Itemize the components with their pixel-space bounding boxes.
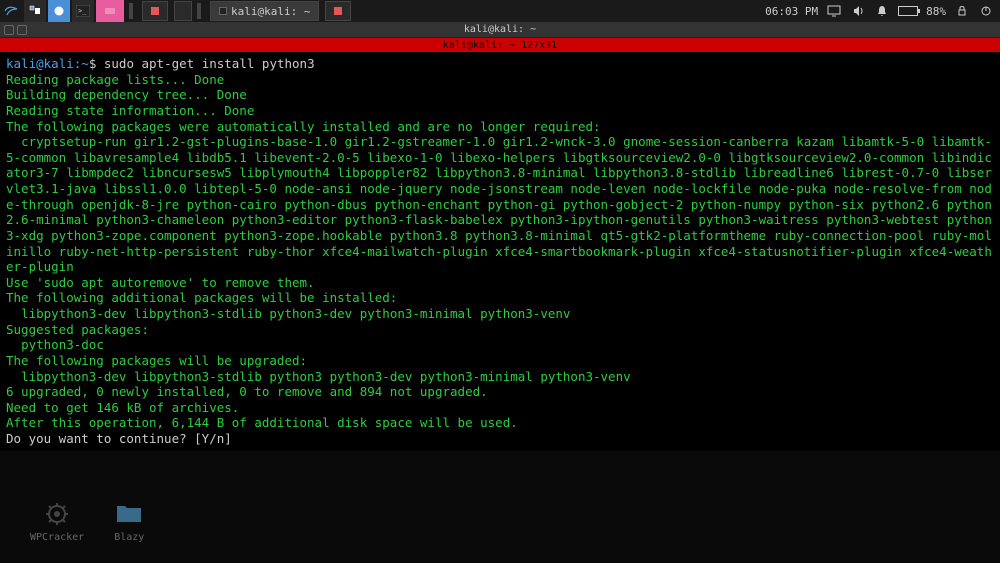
output-line: Need to get 146 kB of archives. [6,400,239,415]
display-icon[interactable] [826,3,842,19]
prompt-at: @ [36,56,44,71]
command-text: sudo apt-get install python3 [104,56,315,71]
output-line: The following packages were automaticall… [6,119,601,134]
window-control[interactable] [17,25,27,35]
prompt-path: :~ [74,56,89,71]
gear-icon [43,500,71,528]
workspace-2[interactable] [174,1,192,21]
desktop-icons: WPCracker Blazy [30,500,144,543]
desktop-icon-label: Blazy [114,532,144,543]
prompt-host: kali [44,56,74,71]
output-line: After this operation, 6,144 B of additio… [6,415,518,430]
output-line: The following packages will be upgraded: [6,353,307,368]
clock[interactable]: 06:03 PM [765,5,818,18]
notifications-icon[interactable] [874,3,890,19]
output-packages: python3-doc [6,337,104,352]
lock-icon[interactable] [954,3,970,19]
folder-icon [115,500,143,528]
output-line: The following additional packages will b… [6,290,397,305]
window-controls [4,25,27,35]
terminal-content[interactable]: kali@kali:~$ sudo apt-get install python… [0,52,1000,451]
output-packages: libpython3-dev libpython3-stdlib python3… [6,306,570,321]
window-control[interactable] [4,25,14,35]
desktop-icon-label: WPCracker [30,532,84,543]
output-line: Building dependency tree... Done [6,87,247,102]
taskbar-item-2[interactable] [325,1,351,21]
kali-menu-icon[interactable] [0,0,22,22]
taskbar-terminal[interactable]: kali@kali: ~ [210,1,319,21]
window-title: kali@kali: ~ [464,24,536,35]
terminal-icon[interactable]: >_ [72,0,94,22]
tab-label: kali@kali: ~ 127x31 [443,40,557,51]
power-icon[interactable] [978,3,994,19]
output-line: Suggested packages: [6,322,149,337]
prompt-symbol: $ [89,56,104,71]
workspace-1[interactable] [142,1,168,21]
separator [129,3,133,19]
top-panel: >_ kali@kali: ~ 06:03 PM 88% [0,0,1000,22]
terminal-window: kali@kali: ~ kali@kali: ~ 127x31 kali@ka… [0,22,1000,451]
desktop-icon-wpcracker[interactable]: WPCracker [30,500,84,543]
output-packages: cryptsetup-run gir1.2-gst-plugins-base-1… [6,134,992,274]
panel-left: >_ kali@kali: ~ [0,0,351,22]
browser-icon[interactable] [48,0,70,22]
panel-right: 06:03 PM 88% [765,0,1000,22]
output-line: Use 'sudo apt autoremove' to remove them… [6,275,315,290]
separator [197,3,201,19]
prompt-user: kali [6,56,36,71]
volume-icon[interactable] [850,3,866,19]
battery-percent: 88% [926,5,946,18]
terminal-tab[interactable]: kali@kali: ~ 127x31 [0,38,1000,52]
output-line: 6 upgraded, 0 newly installed, 0 to remo… [6,384,488,399]
output-line: Reading package lists... Done [6,72,224,87]
output-packages: libpython3-dev libpython3-stdlib python3… [6,369,631,384]
taskbar-label: kali@kali: ~ [231,5,310,18]
svg-text:>_: >_ [78,7,87,15]
output-line: Reading state information... Done [6,103,254,118]
desktop-icon-blazy[interactable]: Blazy [114,500,144,543]
window-titlebar[interactable]: kali@kali: ~ [0,22,1000,38]
files-icon[interactable] [24,0,46,22]
app-icon[interactable] [96,0,124,22]
battery-icon[interactable] [898,6,918,16]
continue-prompt: Do you want to continue? [Y/n] [6,431,239,446]
